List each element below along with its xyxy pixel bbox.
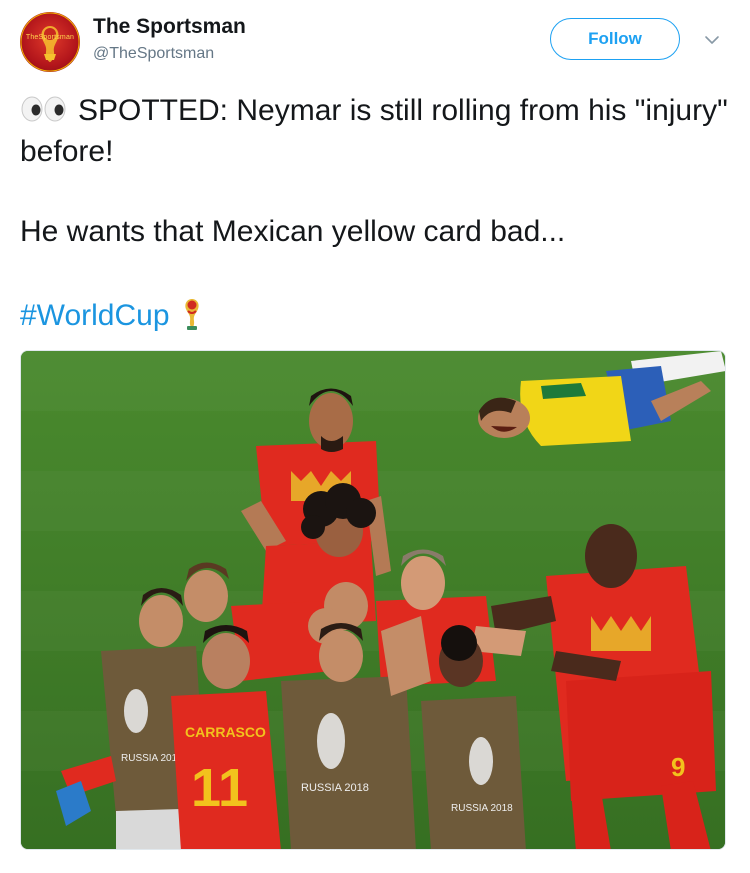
follow-button[interactable]: Follow: [550, 18, 680, 60]
bib-text-right: RUSSIA 2018: [451, 803, 513, 814]
tweet-line-1: SPOTTED: Neymar is still rolling from hi…: [20, 92, 732, 171]
hashtag-link[interactable]: #WorldCup: [20, 299, 170, 332]
striker-number: 9: [671, 752, 685, 782]
account-info: The Sportsman @TheSportsman: [93, 14, 246, 65]
tweet-card: TheSportsman The Sportsman @TheSportsman…: [0, 0, 750, 870]
chevron-down-icon[interactable]: [700, 28, 724, 52]
hashtag-line: #WorldCup: [20, 296, 202, 342]
world-cup-trophy-icon: [182, 297, 202, 342]
avatar[interactable]: TheSportsman: [20, 12, 80, 72]
eyes-emoji-icon: [20, 95, 68, 133]
bib-text-left: RUSSIA 2018: [121, 753, 183, 764]
jersey-name: CARRASCO: [185, 724, 266, 740]
tweet-photo[interactable]: 9 RUSSIA 2018 CARRASCO 11 RUSSIA 2018 RU…: [20, 350, 726, 850]
tweet-line-1-text: SPOTTED: Neymar is still rolling from hi…: [20, 94, 728, 168]
jersey-number: 11: [191, 758, 248, 818]
bib-text-center: RUSSIA 2018: [301, 782, 369, 794]
display-name[interactable]: The Sportsman: [93, 14, 246, 40]
account-handle[interactable]: @TheSportsman: [93, 43, 246, 65]
avatar-logo-icon: [20, 12, 80, 72]
celebration-photo: 9 RUSSIA 2018 CARRASCO 11 RUSSIA 2018 RU…: [21, 351, 725, 849]
avatar-brand-text: TheSportsman: [25, 34, 75, 41]
timestamp-line: ​: [20, 861, 250, 873]
tweet-header: TheSportsman The Sportsman @TheSportsman…: [20, 12, 730, 76]
tweet-text: SPOTTED: Neymar is still rolling from hi…: [20, 92, 732, 251]
tweet-line-2: He wants that Mexican yellow card bad...: [20, 215, 566, 248]
